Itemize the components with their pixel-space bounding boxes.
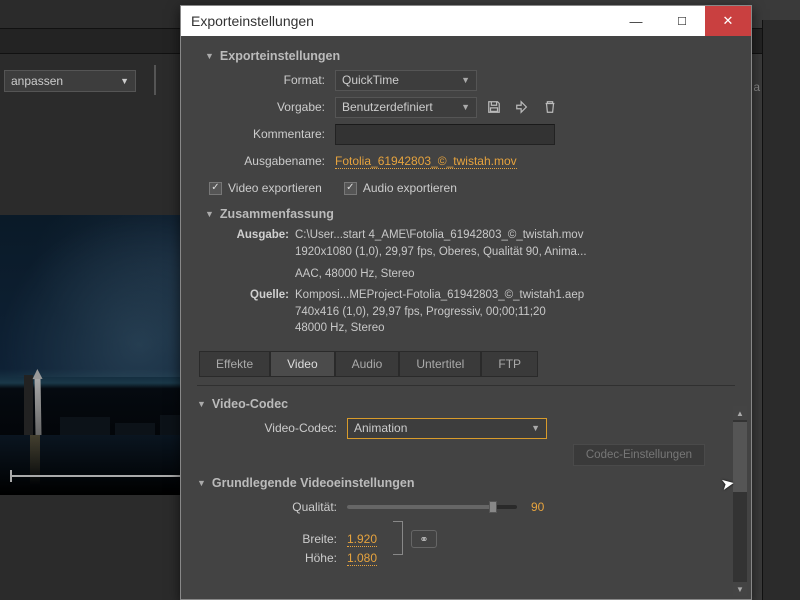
preset-label: Vorgabe: xyxy=(205,100,335,114)
scroll-down-icon[interactable]: ▼ xyxy=(733,582,747,596)
checkmark-icon: ✓ xyxy=(209,182,222,195)
chevron-down-icon: ▼ xyxy=(120,76,129,86)
export-audio-checkbox[interactable]: ✓ Audio exportieren xyxy=(344,181,457,195)
scroll-up-icon[interactable]: ▲ xyxy=(733,406,747,420)
tab-ftp[interactable]: FTP xyxy=(481,351,538,377)
summary-header[interactable]: ▼ Zusammenfassung xyxy=(205,207,727,221)
triangle-down-icon: ▼ xyxy=(197,399,206,409)
comment-input[interactable] xyxy=(335,124,555,145)
maximize-button[interactable]: ☐ xyxy=(659,6,705,36)
tab-audio[interactable]: Audio xyxy=(335,351,400,377)
save-preset-icon[interactable] xyxy=(483,97,505,117)
quality-label: Qualität: xyxy=(237,500,347,514)
triangle-down-icon: ▼ xyxy=(205,51,214,61)
preset-dropdown[interactable]: Benutzerdefiniert▼ xyxy=(335,97,477,118)
divider xyxy=(154,65,156,95)
delete-preset-icon[interactable] xyxy=(539,97,561,117)
minimize-button[interactable]: — xyxy=(613,6,659,36)
width-value[interactable]: 1.920 xyxy=(347,532,377,547)
export-video-checkbox[interactable]: ✓ Video exportieren xyxy=(209,181,322,195)
width-label: Breite: xyxy=(237,532,347,546)
video-codec-dropdown[interactable]: Animation▼ xyxy=(347,418,547,439)
triangle-down-icon: ▼ xyxy=(197,478,206,488)
panel-scrollbar[interactable]: ▲ ▼ xyxy=(733,406,747,596)
format-dropdown[interactable]: QuickTime▼ xyxy=(335,70,477,91)
export-settings-dialog: Exporteinstellungen — ☐ ✕ ▼ Exporteinste… xyxy=(180,5,752,600)
height-label: Höhe: xyxy=(237,551,347,565)
background-right-panel xyxy=(762,20,800,600)
export-settings-header[interactable]: ▼ Exporteinstellungen xyxy=(205,49,727,63)
outputname-label: Ausgabename: xyxy=(205,154,335,168)
fit-dropdown-label: anpassen xyxy=(11,74,63,88)
import-preset-icon[interactable] xyxy=(511,97,533,117)
link-dimensions-icon[interactable]: ⚭ xyxy=(411,530,437,548)
codec-settings-button[interactable]: Codec-Einstellungen xyxy=(573,444,705,466)
quality-slider[interactable] xyxy=(347,505,517,509)
scrollbar-thumb[interactable] xyxy=(733,422,747,492)
bracket-icon xyxy=(393,521,403,555)
comment-label: Kommentare: xyxy=(205,127,335,141)
checkmark-icon: ✓ xyxy=(344,182,357,195)
tab-effects[interactable]: Effekte xyxy=(199,351,270,377)
summary-block: Ausgabe:C:\User...start 4_AME\Fotolia_61… xyxy=(205,227,727,337)
triangle-down-icon: ▼ xyxy=(205,209,214,219)
video-codec-label: Video-Codec: xyxy=(237,421,347,435)
fit-dropdown[interactable]: anpassen ▼ xyxy=(4,70,136,92)
quality-value[interactable]: 90 xyxy=(531,500,544,514)
format-label: Format: xyxy=(205,73,335,87)
height-value[interactable]: 1.080 xyxy=(347,551,377,566)
settings-tabs: Effekte Video Audio Untertitel FTP xyxy=(199,351,538,377)
window-title: Exporteinstellungen xyxy=(191,13,314,29)
basic-video-header[interactable]: ▼ Grundlegende Videoeinstellungen xyxy=(197,476,735,490)
video-codec-header[interactable]: ▼ Video-Codec xyxy=(197,397,735,411)
close-button[interactable]: ✕ xyxy=(705,6,751,36)
outputname-link[interactable]: Fotolia_61942803_©_twistah.mov xyxy=(335,154,517,169)
tab-captions[interactable]: Untertitel xyxy=(399,351,481,377)
tab-video[interactable]: Video xyxy=(270,351,334,377)
titlebar[interactable]: Exporteinstellungen — ☐ ✕ xyxy=(181,6,751,36)
